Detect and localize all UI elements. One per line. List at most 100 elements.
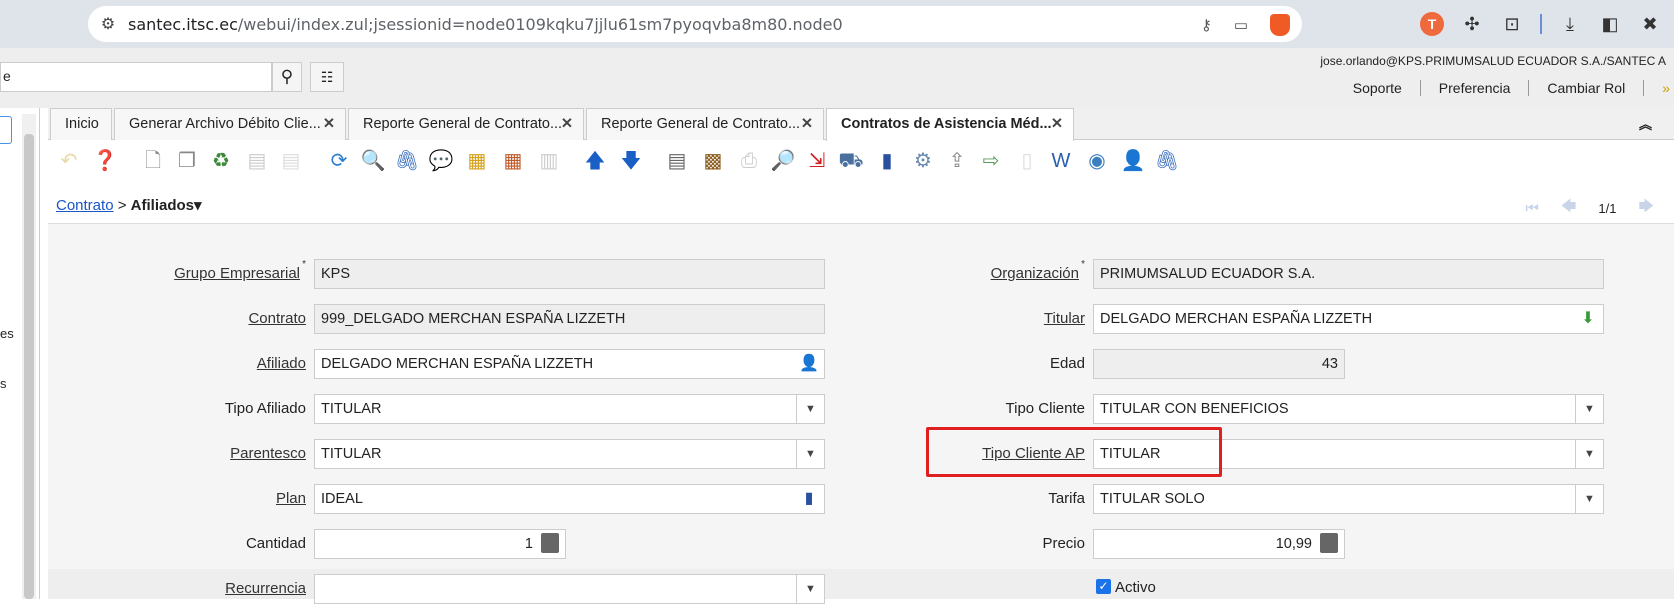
web-icon[interactable]: ◉ <box>1084 147 1110 175</box>
parentesco-label[interactable]: Parentesco <box>230 445 306 462</box>
product-info-icon[interactable]: ▮ <box>874 147 900 175</box>
change-role-link[interactable]: Cambiar Rol <box>1529 80 1645 96</box>
user-icon[interactable]: 👤 <box>1120 147 1146 175</box>
chevron-down-icon[interactable]: ▼ <box>1575 485 1603 513</box>
attachment-icon[interactable]: 🖇 <box>394 147 420 175</box>
download-icon[interactable]: ⤓ <box>1558 12 1582 36</box>
tarifa-select[interactable]: TITULAR SOLO ▼ <box>1093 484 1604 514</box>
close-icon[interactable]: ✕ <box>1051 109 1063 139</box>
extension-x-icon[interactable]: ✖ <box>1638 12 1662 36</box>
contrato-label[interactable]: Contrato <box>248 310 306 327</box>
organizacion-label[interactable]: Organización * <box>991 259 1085 282</box>
parentesco-select[interactable]: TITULAR ▼ <box>314 439 825 469</box>
file-import-icon[interactable]: ▯ <box>1014 147 1040 175</box>
sidebar-toggle-icon[interactable]: ◧ <box>1598 12 1622 36</box>
requests-icon[interactable]: ⛟ <box>838 147 864 175</box>
logout-link[interactable]: » <box>1644 80 1674 96</box>
collapse-icon[interactable]: ︽ <box>1639 114 1652 133</box>
detail-icon[interactable]: ▥ <box>536 147 562 175</box>
recurrencia-label[interactable]: Recurrencia <box>225 580 306 597</box>
tipo-afiliado-select[interactable]: TITULAR ▼ <box>314 394 825 424</box>
grid-toggle-icon[interactable]: ▦ <box>500 147 526 175</box>
chevron-down-icon[interactable]: ▼ <box>1575 395 1603 423</box>
tab-contratos-asistencia[interactable]: Contratos de Asistencia Méd... ✕ <box>826 108 1074 141</box>
tab-generar-archivo[interactable]: Generar Archivo Débito Clie... ✕ <box>114 108 346 140</box>
edad-field[interactable]: 43 <box>1093 349 1345 379</box>
calculator-icon[interactable] <box>539 533 561 555</box>
new-record-icon[interactable]: 🗋 <box>140 147 166 175</box>
breadcrumb-parent-link[interactable]: Contrato <box>56 197 114 214</box>
chevron-down-icon[interactable]: ▼ <box>796 395 824 423</box>
extensions-puzzle-icon[interactable]: ✣ <box>1460 12 1484 36</box>
close-icon[interactable]: ✕ <box>801 109 813 139</box>
menu-tree-icon[interactable]: ☷ <box>310 62 344 92</box>
delete-icon[interactable]: ♻ <box>208 147 234 175</box>
product-icon[interactable]: ▮ <box>798 488 820 510</box>
tab-reporte-general-1[interactable]: Reporte General de Contrato... ✕ <box>348 108 584 140</box>
clip-icon[interactable]: 🖇 <box>1154 147 1180 175</box>
install-app-icon[interactable]: ▭ <box>1234 16 1248 34</box>
chevron-down-icon[interactable]: ▼ <box>1575 440 1603 468</box>
save-new-icon[interactable]: ▤ <box>278 147 304 175</box>
left-panel-item[interactable]: s <box>0 376 7 391</box>
left-panel-scrollbar[interactable] <box>22 114 36 599</box>
report-icon[interactable]: ▤ <box>664 147 690 175</box>
scrollbar-thumb[interactable] <box>24 134 34 599</box>
support-link[interactable]: Soporte <box>1335 80 1421 96</box>
help-icon[interactable]: ❓ <box>92 147 118 175</box>
caret-down-icon[interactable]: ▾ <box>194 197 202 214</box>
menu-search-input[interactable]: e <box>0 62 272 92</box>
undo-icon[interactable]: ↶ <box>56 147 82 175</box>
activo-checkbox[interactable]: ✓ <box>1096 579 1111 594</box>
copy-record-icon[interactable]: ❐ <box>174 147 200 175</box>
next-icon[interactable]: 🡆 <box>1639 196 1655 221</box>
cantidad-field[interactable]: 1 <box>314 529 566 559</box>
plan-label[interactable]: Plan <box>276 490 306 507</box>
archive-icon[interactable]: ▩ <box>700 147 726 175</box>
zoom-across-icon[interactable]: 🔎 <box>770 147 796 175</box>
precio-field[interactable]: 10,99 <box>1093 529 1345 559</box>
left-panel-item[interactable]: es <box>0 326 14 341</box>
tab-reporte-general-2[interactable]: Reporte General de Contrato... ✕ <box>586 108 824 140</box>
export-icon[interactable]: ⇪ <box>944 147 970 175</box>
import-icon[interactable]: ⇨ <box>978 147 1004 175</box>
previous-icon[interactable]: 🡄 <box>1561 196 1577 221</box>
titular-label[interactable]: Titular <box>1044 310 1085 327</box>
first-record-icon[interactable]: ⏮ <box>1525 200 1539 217</box>
chevron-down-icon[interactable]: ▼ <box>796 440 824 468</box>
tipo-cliente-select[interactable]: TITULAR CON BENEFICIOS ▼ <box>1093 394 1604 424</box>
save-icon[interactable]: ▤ <box>244 147 270 175</box>
brave-shield-icon[interactable] <box>1270 14 1290 36</box>
afiliado-field[interactable]: DELGADO MERCHAN ESPAÑA LIZZETH 👤 <box>314 349 825 379</box>
extension-t-icon[interactable]: T <box>1420 12 1444 36</box>
chat-icon[interactable]: 💬 <box>428 147 454 175</box>
tab-search-icon[interactable]: ⊡ <box>1500 12 1524 36</box>
process-icon[interactable]: ⚙ <box>910 147 936 175</box>
word-export-icon[interactable]: W <box>1048 147 1074 175</box>
find-icon[interactable]: 🔍 <box>360 147 386 175</box>
plan-field[interactable]: IDEAL ▮ <box>314 484 825 514</box>
person-search-icon[interactable]: 👤 <box>798 353 820 375</box>
active-workflows-icon[interactable]: ⇲ <box>804 147 830 175</box>
calculator-icon[interactable] <box>1318 533 1340 555</box>
preferences-link[interactable]: Preferencia <box>1421 80 1530 96</box>
site-settings-icon[interactable]: ⚙ <box>88 14 128 34</box>
print-icon[interactable]: ⎙ <box>736 147 762 175</box>
grupo-empresarial-field[interactable]: KPS <box>314 259 825 289</box>
next-record-icon[interactable]: 🡇 <box>618 147 644 175</box>
zoom-arrow-icon[interactable]: ⬇ <box>1577 308 1599 330</box>
search-icon[interactable]: ⚲ <box>272 62 302 92</box>
contrato-field[interactable]: 999_DELGADO MERCHAN ESPAÑA LIZZETH <box>314 304 825 334</box>
left-panel-toggle[interactable] <box>0 116 12 144</box>
previous-record-icon[interactable]: 🡅 <box>582 147 608 175</box>
tab-inicio[interactable]: Inicio <box>50 108 112 140</box>
address-bar[interactable]: ⚙ santec.itsc.ec/webui/index.zul;jsessio… <box>88 6 1302 42</box>
breadcrumb-current[interactable]: Afiliados▾ <box>131 197 202 214</box>
refresh-icon[interactable]: ⟳ <box>326 147 352 175</box>
close-icon[interactable]: ✕ <box>561 109 573 139</box>
afiliado-label[interactable]: Afiliado <box>257 355 306 372</box>
grupo-empresarial-label[interactable]: Grupo Empresarial * <box>174 259 306 282</box>
organizacion-field[interactable]: PRIMUMSALUD ECUADOR S.A. <box>1093 259 1604 289</box>
password-key-icon[interactable]: ⚷ <box>1201 16 1212 34</box>
titular-field[interactable]: DELGADO MERCHAN ESPAÑA LIZZETH ⬇ <box>1093 304 1604 334</box>
